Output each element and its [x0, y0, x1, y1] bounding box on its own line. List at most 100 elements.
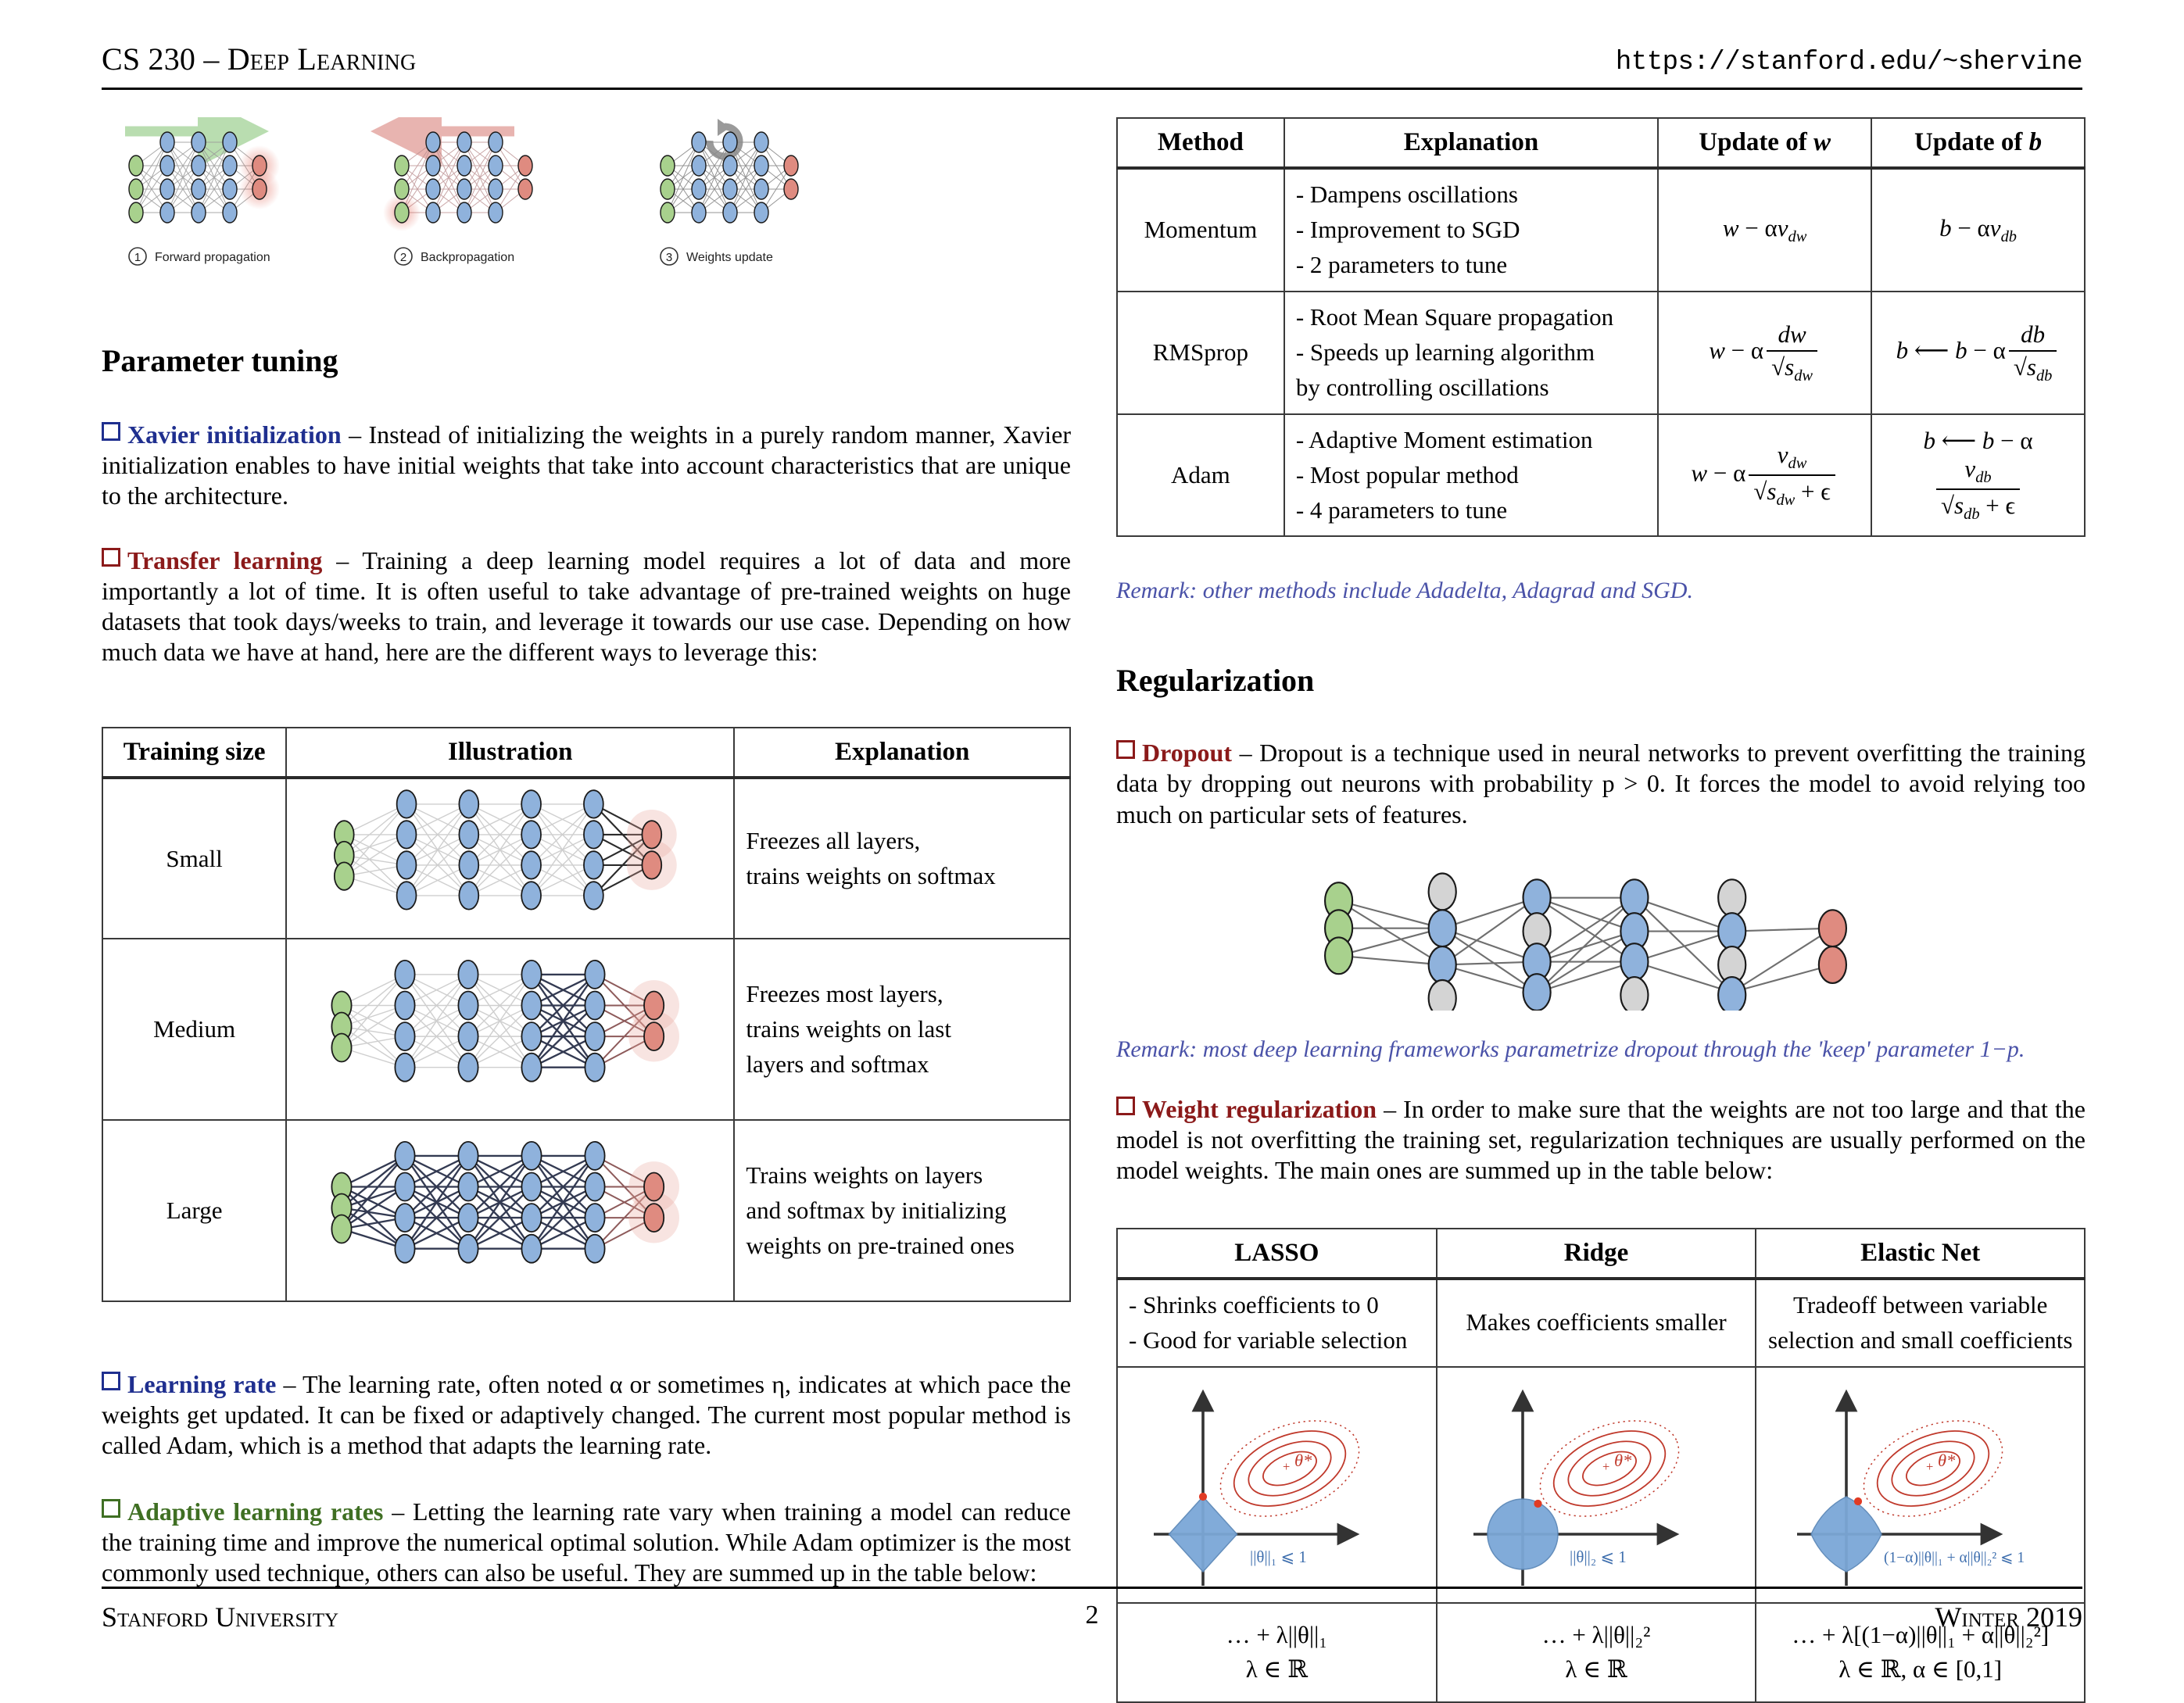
footer-page-number: 2 — [1085, 1601, 1099, 1630]
dropout-dash: – — [1239, 739, 1252, 767]
explanation-line: - 4 parameters to tune — [1295, 496, 1508, 524]
method-momentum: Momentum — [1116, 167, 1285, 292]
description-line: Tradeoff between variable — [1793, 1290, 2048, 1318]
col-explanation: Explanation — [1283, 117, 1659, 170]
net-small-svg — [333, 789, 677, 911]
adam-explanation: - Adaptive Moment estimation - Most popu… — [1283, 413, 1659, 538]
adam-update-w: w − α vdw √sdw + ϵ — [1657, 413, 1873, 538]
course-url[interactable]: https://stanford.edu/~shervine — [1616, 48, 2083, 77]
bullet-icon — [102, 548, 120, 567]
col-method: Method — [1116, 117, 1285, 170]
svg-text:+: + — [1602, 1459, 1609, 1474]
footer-rule — [102, 1587, 2082, 1589]
step-number-1: 1 — [134, 251, 141, 264]
table-row: Large Trains weights on layers and softm… — [101, 1119, 1071, 1303]
explanation-line: - Most popular method — [1295, 460, 1519, 488]
optimum-label: θ* — [1938, 1451, 1956, 1470]
left-column: 1 Forward propagation 2 Backpropagation … — [101, 117, 1071, 1588]
regularization-heading: Regularization — [1116, 663, 1315, 699]
description-line: - Shrinks coefficients to 0 — [1129, 1290, 1379, 1318]
col-explanation: Explanation — [733, 727, 1071, 780]
explanation-line: trains weights on last — [746, 1014, 951, 1043]
explanation-line: - Adaptive Moment estimation — [1295, 425, 1593, 453]
description-line: - Good for variable selection — [1129, 1326, 1408, 1354]
ridge-plot-cell: + θ* ||θ||₂ ⩽ 1 — [1435, 1365, 1757, 1604]
momentum-explanation: - Dampens oscillations - Improvement to … — [1283, 167, 1659, 292]
training-size-small: Small — [101, 777, 288, 940]
formula-constraint: λ ∈ ℝ — [1565, 1655, 1627, 1683]
col-lasso: LASSO — [1116, 1227, 1438, 1280]
weight-reg-term: Weight regularization — [1142, 1094, 1377, 1123]
explanation-line: and softmax by initializing — [746, 1196, 1007, 1224]
momentum-update-b: b − αvdb — [1871, 167, 2086, 292]
explanation-line: - Dampens oscillations — [1295, 181, 1518, 208]
learning-rate-dash: – — [283, 1370, 296, 1399]
table-row-plots: + θ* ||θ||₁ ⩽ 1 + θ* ||θ||₂ ⩽ 1 + θ* (1−… — [1116, 1365, 2086, 1604]
training-size-large: Large — [101, 1119, 288, 1303]
bullet-icon — [102, 422, 120, 441]
xavier-initialization-paragraph: Xavier initialization – Instead of initi… — [102, 420, 1071, 511]
explanation-line: layers and softmax — [746, 1050, 929, 1078]
training-size-medium: Medium — [101, 938, 288, 1122]
weight-regularization-paragraph: Weight regularization – In order to make… — [1116, 1094, 2086, 1186]
weight-reg-dash: – — [1384, 1094, 1397, 1123]
adaptive-dash: – — [392, 1497, 405, 1526]
explanation-line: - Improvement to SGD — [1295, 215, 1520, 243]
course-title: CS 230 – Deep Learning — [102, 41, 417, 77]
rmsprop-update-w: w − α dw √sdw — [1657, 290, 1873, 415]
step-label-2: Backpropagation — [421, 251, 514, 264]
step-label-3: Weights update — [686, 251, 773, 264]
training-loop-svg: 1 Forward propagation 2 Backpropagation … — [125, 117, 799, 266]
page-footer: Stanford University 2 Winter 2019 — [102, 1601, 2082, 1633]
bullet-icon — [102, 1499, 120, 1519]
optimizer-remark: Remark: other methods include Adadelta, … — [1116, 578, 1693, 604]
method-adam: Adam — [1116, 413, 1285, 538]
explanation-medium: Freezes most layers, trains weights on l… — [733, 938, 1071, 1122]
explanation-small: Freezes all layers, trains weights on so… — [733, 777, 1071, 940]
explanation-line: trains weights on softmax — [746, 861, 996, 889]
explanation-line: - Root Mean Square propagation — [1295, 302, 1614, 331]
explanation-line: - Speeds up learning algorithm — [1295, 338, 1595, 366]
explanation-large: Trains weights on layers and softmax by … — [733, 1119, 1071, 1303]
table-header-row: LASSO Ridge Elastic Net — [1116, 1227, 2086, 1280]
rmsprop-update-b: b ⟵ b − α db √sdb — [1871, 290, 2086, 415]
rmsprop-explanation: - Root Mean Square propagation - Speeds … — [1283, 290, 1659, 415]
formula-constraint: λ ∈ ℝ — [1245, 1655, 1308, 1683]
optimum-label: θ* — [1294, 1451, 1312, 1470]
description-line: Makes coefficients smaller — [1466, 1308, 1727, 1336]
method-rmsprop: RMSprop — [1116, 290, 1285, 415]
col-training-size: Training size — [101, 727, 288, 780]
description-line: selection and small coefficients — [1768, 1326, 2073, 1354]
bullet-icon — [102, 1372, 120, 1391]
ridge-plot-svg: + θ* ||θ||₂ ⩽ 1 — [1473, 1389, 1679, 1586]
bullet-icon — [1116, 1096, 1135, 1115]
illustration-medium — [285, 938, 736, 1122]
adam-update-b: b ⟵ b − α vdb √sdb + ϵ — [1871, 413, 2086, 538]
explanation-line: Trains weights on layers — [746, 1161, 983, 1189]
dropout-svg — [1323, 871, 1848, 1018]
parameter-tuning-heading: Parameter tuning — [102, 343, 338, 378]
learning-rate-term: Learning rate — [127, 1370, 277, 1399]
table-row: Small Freezes all layers, trains weights… — [101, 777, 1071, 940]
elastic-net-description: Tradeoff between variable selection and … — [1755, 1277, 2086, 1368]
ridge-description: Makes coefficients smaller — [1435, 1277, 1757, 1368]
dropout-paragraph: Dropout – Dropout is a technique used in… — [1116, 738, 2086, 829]
transfer-term: Transfer learning — [127, 546, 323, 575]
lasso-description: - Shrinks coefficients to 0 - Good for v… — [1116, 1277, 1438, 1368]
dropout-figure — [1116, 858, 2086, 1018]
training-loop-figure: 1 Forward propagation 2 Backpropagation … — [117, 117, 1071, 297]
transfer-dash: – — [336, 546, 349, 575]
explanation-line: - 2 parameters to tune — [1295, 250, 1508, 278]
col-illustration: Illustration — [285, 727, 736, 780]
col-update-w: Update of w — [1657, 117, 1873, 170]
explanation-line: by controlling oscillations — [1295, 373, 1549, 401]
svg-text:+: + — [1283, 1459, 1290, 1474]
optimizer-table: Method Explanation Update of w Update of… — [1116, 117, 2086, 538]
xavier-term: Xavier initialization — [127, 420, 342, 449]
ridge-constraint-label: ||θ||₂ ⩽ 1 — [1570, 1547, 1627, 1566]
adaptive-term: Adaptive learning rates — [127, 1497, 384, 1526]
table-header-row: Method Explanation Update of w Update of… — [1116, 117, 2086, 170]
weights-update-panel: 3 Weights update — [660, 119, 799, 266]
table-header-row: Training size Illustration Explanation — [101, 727, 1071, 780]
dropout-body: Dropout is a technique used in neural ne… — [1116, 739, 2086, 828]
